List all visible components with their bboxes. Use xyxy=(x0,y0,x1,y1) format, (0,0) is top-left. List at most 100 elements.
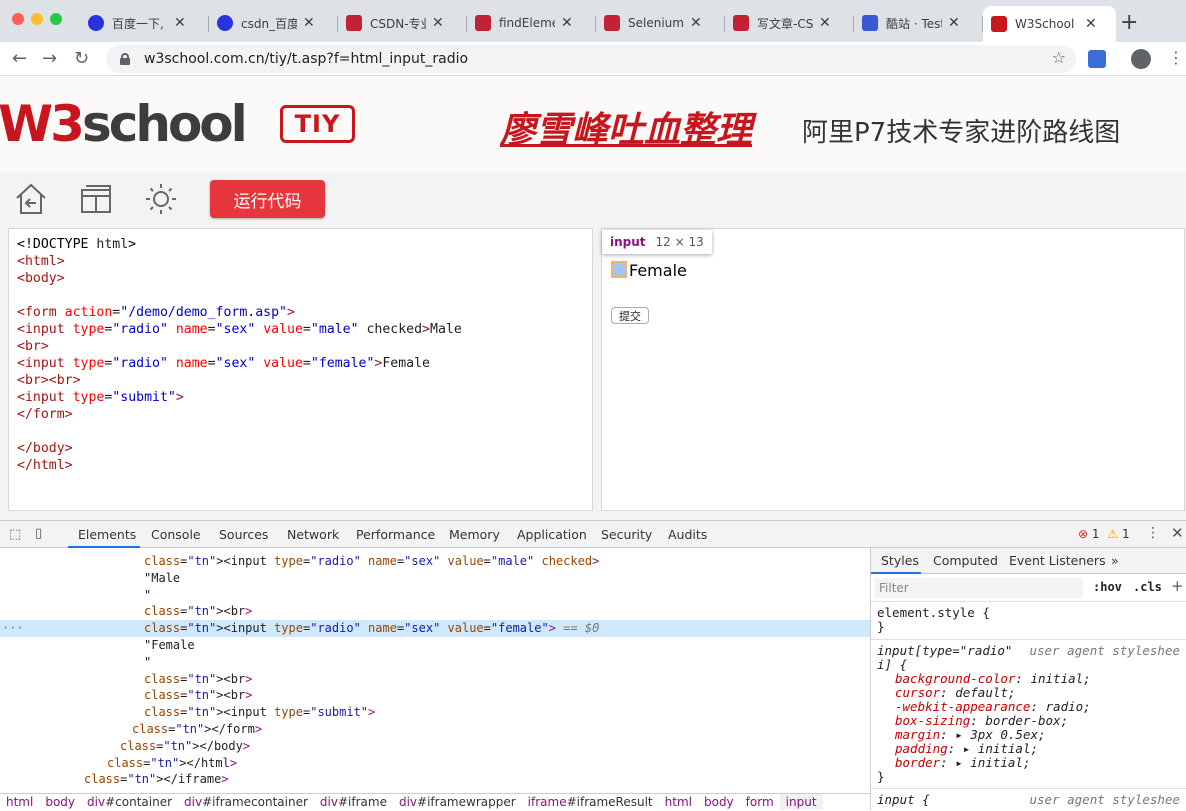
breadcrumb-item[interactable]: html xyxy=(0,794,39,810)
browser-tab[interactable]: 酷站 · Teste ✕ xyxy=(854,8,983,38)
dom-node[interactable]: " xyxy=(0,587,870,604)
minimize-window-button[interactable] xyxy=(31,13,43,25)
ua-input-rule[interactable]: user agent styleshee input { xyxy=(871,789,1186,811)
browser-tab[interactable]: 百度一下, 你 ✕ xyxy=(80,8,209,38)
dom-node[interactable]: class="tn"></html> xyxy=(0,755,870,772)
devtools-tab-network[interactable]: Network xyxy=(287,527,339,542)
browser-tab[interactable]: CSDN-专业IT ✕ xyxy=(338,8,467,38)
dom-node[interactable]: class="tn"></iframe> xyxy=(0,771,870,788)
styles-filter-input[interactable]: Filter xyxy=(875,578,1083,598)
breadcrumb-item[interactable]: iframe#iframeResult xyxy=(522,794,659,810)
close-tab-icon[interactable]: ✕ xyxy=(174,15,186,31)
breadcrumb-id: #iframeResult xyxy=(566,795,653,809)
theme-sun-icon[interactable] xyxy=(144,182,178,216)
dom-node[interactable]: class="tn"><br> xyxy=(0,687,870,704)
extension-icon[interactable] xyxy=(1088,50,1106,68)
w3school-logo[interactable]: W3school xyxy=(0,95,248,153)
hover-state-toggle[interactable]: :hov xyxy=(1093,580,1122,594)
breadcrumb-item[interactable]: html xyxy=(659,794,698,810)
browser-tab[interactable]: SeleniumW ✕ xyxy=(596,8,725,38)
css-declaration[interactable]: -webkit-appearance: radio; xyxy=(877,700,1180,714)
devtools-tab-console[interactable]: Console xyxy=(151,527,201,542)
promo-subtitle[interactable]: 阿里P7技术专家进阶路线图 xyxy=(802,112,1120,149)
dom-node[interactable]: class="tn"></body> xyxy=(0,738,870,755)
bookmark-star-icon[interactable]: ☆ xyxy=(1052,48,1066,67)
dom-node[interactable]: class="tn"></form> xyxy=(0,721,870,738)
dom-tree[interactable]: class="tn"><input type="radio" name="sex… xyxy=(0,548,870,793)
breadcrumb-item[interactable]: div#container xyxy=(81,794,178,810)
dom-node[interactable]: class="tn"><input type="submit"> xyxy=(0,704,870,721)
breadcrumb-tag: div xyxy=(184,795,203,809)
element-style-rule[interactable]: element.style { } xyxy=(871,602,1186,640)
devtools-tab-performance[interactable]: Performance xyxy=(356,527,435,542)
css-declaration[interactable]: cursor: default; xyxy=(877,686,1180,700)
add-rule-icon[interactable]: + xyxy=(1171,577,1184,595)
new-tab-button[interactable]: + xyxy=(1120,10,1138,35)
breadcrumb-item[interactable]: input xyxy=(779,794,823,810)
browser-tab[interactable]: W3School ✕ xyxy=(983,6,1116,42)
dom-node[interactable]: "Male xyxy=(0,570,870,587)
submit-button[interactable]: 提交 xyxy=(611,307,649,324)
close-tab-icon[interactable]: ✕ xyxy=(948,15,960,31)
styles-tab[interactable]: » xyxy=(1111,553,1119,568)
device-toolbar-icon[interactable]: ▯ xyxy=(35,526,42,541)
devtools-tab-application[interactable]: Application xyxy=(517,527,587,542)
css-declaration[interactable]: background-color: initial; xyxy=(877,672,1180,686)
breadcrumb-item[interactable]: div#iframe xyxy=(314,794,393,810)
breadcrumb-item[interactable]: body xyxy=(39,794,81,810)
styles-tab[interactable]: Computed xyxy=(933,553,998,568)
styles-tab[interactable]: Event Listeners xyxy=(1009,553,1106,568)
close-devtools-icon[interactable]: ✕ xyxy=(1171,524,1184,542)
browser-tab[interactable]: csdn_百度搜 ✕ xyxy=(209,8,338,38)
address-bar[interactable]: w3school.com.cn/tiy/t.asp?f=html_input_r… xyxy=(106,45,1076,73)
code-editor[interactable]: <!DOCTYPE html> <html> <body> <form action… xyxy=(8,228,593,511)
css-declaration[interactable]: box-sizing: border-box; xyxy=(877,714,1180,728)
close-tab-icon[interactable]: ✕ xyxy=(819,15,831,31)
reload-icon[interactable]: ↻ xyxy=(74,48,89,69)
breadcrumb-item[interactable]: div#iframecontainer xyxy=(178,794,314,810)
browser-tab[interactable]: 写文章-CSDN ✕ xyxy=(725,8,854,38)
breadcrumb-item[interactable]: body xyxy=(698,794,740,810)
close-tab-icon[interactable]: ✕ xyxy=(303,15,315,31)
run-code-button[interactable]: 运行代码 xyxy=(210,180,325,218)
promo-link[interactable]: 廖雪峰吐血整理 xyxy=(500,101,752,153)
close-tab-icon[interactable]: ✕ xyxy=(1085,16,1097,32)
close-tab-icon[interactable]: ✕ xyxy=(561,15,573,31)
maximize-window-button[interactable] xyxy=(50,13,62,25)
female-radio[interactable] xyxy=(611,261,627,278)
devtools-issue-counter[interactable]: ⊗ 1 ⚠ 1 xyxy=(1078,527,1130,541)
forward-icon[interactable]: → xyxy=(42,48,57,69)
dom-node[interactable]: class="tn"><br> xyxy=(0,671,870,688)
dom-node[interactable]: " xyxy=(0,654,870,671)
breadcrumb-item[interactable]: form xyxy=(740,794,780,810)
ua-radio-rule[interactable]: user agent styleshee input[type="radio" i… xyxy=(871,640,1186,789)
devtools-menu-icon[interactable]: ⋮ xyxy=(1146,525,1160,541)
back-icon[interactable]: ← xyxy=(12,48,27,69)
dom-node[interactable]: "Female xyxy=(0,637,870,654)
code-line: <form action="/demo/demo_form.asp"> xyxy=(17,305,295,320)
class-toggle[interactable]: .cls xyxy=(1133,580,1162,594)
inspect-element-icon[interactable]: ⬚ xyxy=(9,527,21,542)
devtools-tab-sources[interactable]: Sources xyxy=(219,527,268,542)
css-declaration[interactable]: padding: ▸ initial; xyxy=(877,742,1180,756)
devtools-tab-audits[interactable]: Audits xyxy=(668,527,707,542)
devtools-tab-elements[interactable]: Elements xyxy=(78,527,136,542)
dom-node[interactable]: class="tn"><br> xyxy=(0,603,870,620)
devtools-tab-memory[interactable]: Memory xyxy=(449,527,500,542)
home-icon[interactable] xyxy=(14,182,48,216)
browser-menu-icon[interactable]: ⋮ xyxy=(1168,48,1184,67)
css-declaration[interactable]: border: ▸ initial; xyxy=(877,756,1180,770)
close-tab-icon[interactable]: ✕ xyxy=(432,15,444,31)
close-window-button[interactable] xyxy=(12,13,24,25)
dom-node[interactable]: class="tn"><input type="radio" name="sex… xyxy=(0,553,870,570)
dom-node-selected[interactable]: class="tn"><input type="radio" name="sex… xyxy=(0,620,870,638)
layout-icon[interactable] xyxy=(79,182,113,216)
devtools-tab-security[interactable]: Security xyxy=(601,527,652,542)
profile-avatar-icon[interactable] xyxy=(1131,49,1151,69)
node-actions-icon[interactable]: ··· xyxy=(2,620,24,637)
breadcrumb-item[interactable]: div#iframewrapper xyxy=(393,794,522,810)
browser-tab[interactable]: findElement ✕ xyxy=(467,8,596,38)
close-tab-icon[interactable]: ✕ xyxy=(690,15,702,31)
styles-tab[interactable]: Styles xyxy=(881,553,919,568)
css-declaration[interactable]: margin: ▸ 3px 0.5ex; xyxy=(877,728,1180,742)
